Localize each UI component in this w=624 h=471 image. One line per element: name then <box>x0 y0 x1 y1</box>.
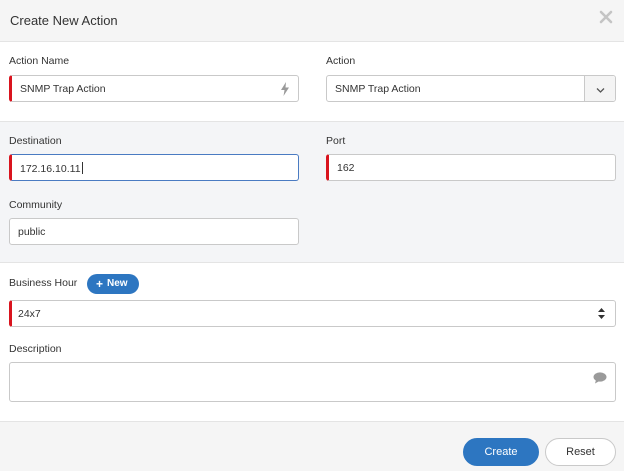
destination-input[interactable]: 172.16.10.11 <box>9 154 299 181</box>
sort-arrows-icon <box>598 308 605 322</box>
comment-icon <box>593 372 607 387</box>
port-value: 162 <box>337 162 355 174</box>
destination-label: Destination <box>9 135 62 147</box>
action-section: Action Name SNMP Trap Action Action SNMP… <box>0 43 624 121</box>
action-dropdown-button[interactable] <box>584 76 615 101</box>
description-textarea[interactable] <box>9 362 616 402</box>
business-hour-label: Business Hour <box>9 277 78 289</box>
community-value: public <box>18 226 46 238</box>
community-label: Community <box>9 199 63 211</box>
action-name-value: SNMP Trap Action <box>20 83 106 95</box>
reset-button[interactable]: Reset <box>545 438 616 466</box>
schedule-section: Business Hour + New 24x7 Description <box>0 263 624 421</box>
action-selected-value: SNMP Trap Action <box>335 83 421 95</box>
dialog-header: Create New Action <box>0 0 624 42</box>
chevron-down-icon <box>596 85 605 97</box>
business-hour-select[interactable]: 24x7 <box>9 300 616 327</box>
plus-icon: + <box>96 277 104 291</box>
business-hour-value: 24x7 <box>18 308 41 320</box>
destination-value: 172.16.10.11 <box>20 162 83 175</box>
community-input[interactable]: public <box>9 218 299 245</box>
action-label: Action <box>326 55 356 67</box>
lightning-icon <box>280 82 290 99</box>
dialog-title: Create New Action <box>10 13 118 28</box>
close-icon[interactable] <box>598 9 614 25</box>
new-business-hour-button[interactable]: + New <box>87 274 139 294</box>
action-select[interactable]: SNMP Trap Action <box>326 75 616 102</box>
new-button-label: New <box>107 278 128 289</box>
action-name-input[interactable]: SNMP Trap Action <box>9 75 299 102</box>
action-name-label: Action Name <box>9 55 70 67</box>
port-input[interactable]: 162 <box>326 154 616 181</box>
dialog-footer: Create Reset <box>0 421 624 471</box>
port-label: Port <box>326 135 346 147</box>
description-label: Description <box>9 343 62 355</box>
create-button[interactable]: Create <box>463 438 539 466</box>
snmp-settings-section: Destination 172.16.10.11 Port 162 Commun… <box>0 121 624 263</box>
